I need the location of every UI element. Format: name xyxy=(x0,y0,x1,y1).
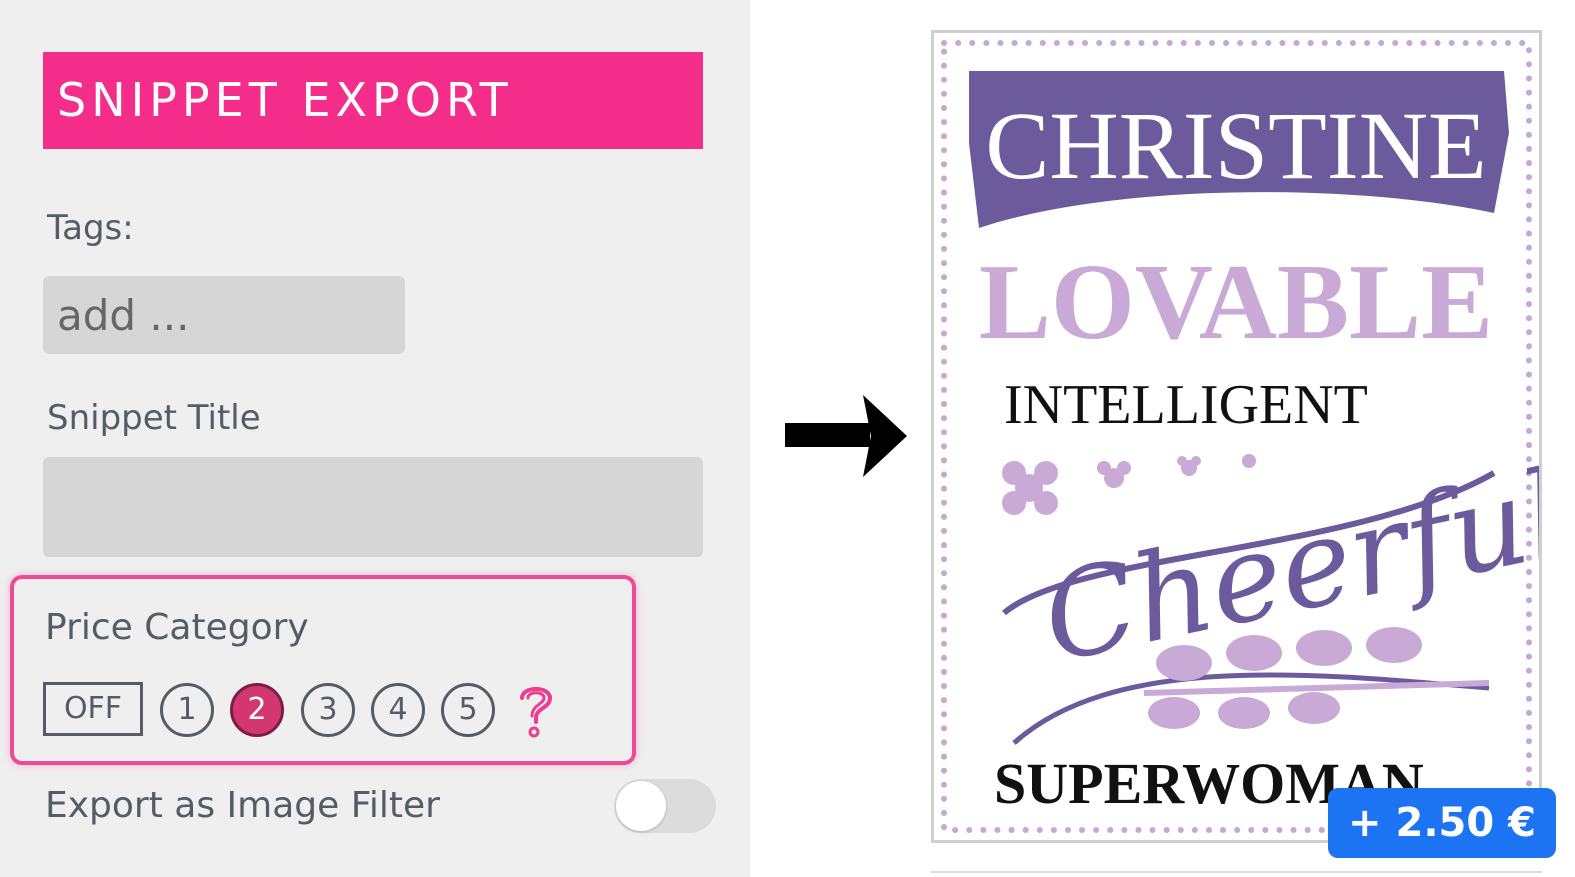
divider xyxy=(931,871,1542,873)
price-option-3[interactable]: 3 xyxy=(301,683,355,737)
preview-line-intelligent: INTELLIGENT xyxy=(1004,374,1368,436)
snippet-title-input[interactable] xyxy=(43,457,703,557)
arrow-right-icon xyxy=(785,395,907,477)
tags-label: Tags: xyxy=(47,208,134,248)
export-image-filter-toggle[interactable] xyxy=(614,779,716,833)
price-option-2[interactable]: 2 xyxy=(230,683,284,737)
preview-line-christine: CHRISTINE xyxy=(985,92,1486,199)
snippet-export-panel: SNIPPET EXPORT Tags: Snippet Title Price… xyxy=(0,0,750,877)
toggle-knob xyxy=(616,781,666,831)
price-badge: + 2.50 € xyxy=(1328,788,1556,858)
price-category-label: Price Category xyxy=(45,607,309,648)
price-option-1[interactable]: 1 xyxy=(160,683,214,737)
tags-input[interactable] xyxy=(43,276,405,354)
panel-header: SNIPPET EXPORT xyxy=(43,52,703,149)
price-option-5[interactable]: 5 xyxy=(441,683,495,737)
preview-artwork: CHRISTINE LOVABLE INTELLIGENT Cheerful S… xyxy=(941,40,1539,833)
flower-icon xyxy=(1002,454,1256,515)
snippet-preview-card: CHRISTINE LOVABLE INTELLIGENT Cheerful S… xyxy=(931,30,1542,843)
export-image-filter-label: Export as Image Filter xyxy=(45,785,440,826)
help-icon[interactable] xyxy=(512,680,560,740)
price-option-4[interactable]: 4 xyxy=(371,683,425,737)
price-option-off[interactable]: OFF xyxy=(43,682,143,736)
snippet-title-label: Snippet Title xyxy=(47,398,261,438)
preview-line-lovable: LOVABLE xyxy=(979,243,1493,362)
